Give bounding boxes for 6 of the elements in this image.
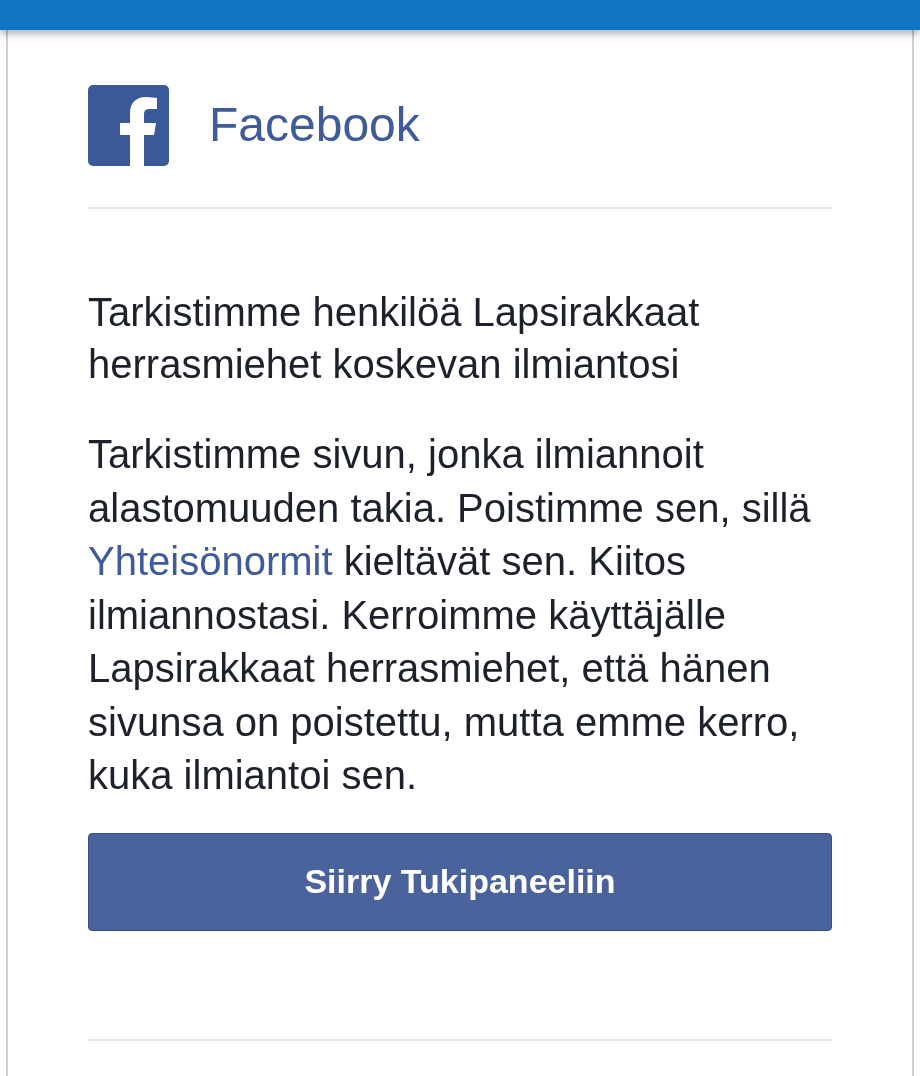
message-paragraph: Tarkistimme sivun, jonka ilmiannoit alastomuuden takia. Poistimme sen, sillä Yhteisönormit kieltävät sen. Kiitos ilmiannostasi. Kerroimme käyttäjälle Lapsirakkaat herrasmiehet, että hänen sivunsa on poistettu, mutta emme kerro, kuka ilmiantoi sen. [88, 431, 812, 799]
logo-icon [88, 84, 169, 166]
community-standards-link[interactable]: Yhteisönormit [88, 539, 333, 583]
app-title: Facebook [209, 101, 420, 149]
heading: Tarkistimme henkilöä Lapsirakkaat herrasmiehet koskevan ilmiantosi [88, 289, 701, 388]
support-button[interactable]: Siirry Tukipaneeliin [88, 832, 832, 931]
